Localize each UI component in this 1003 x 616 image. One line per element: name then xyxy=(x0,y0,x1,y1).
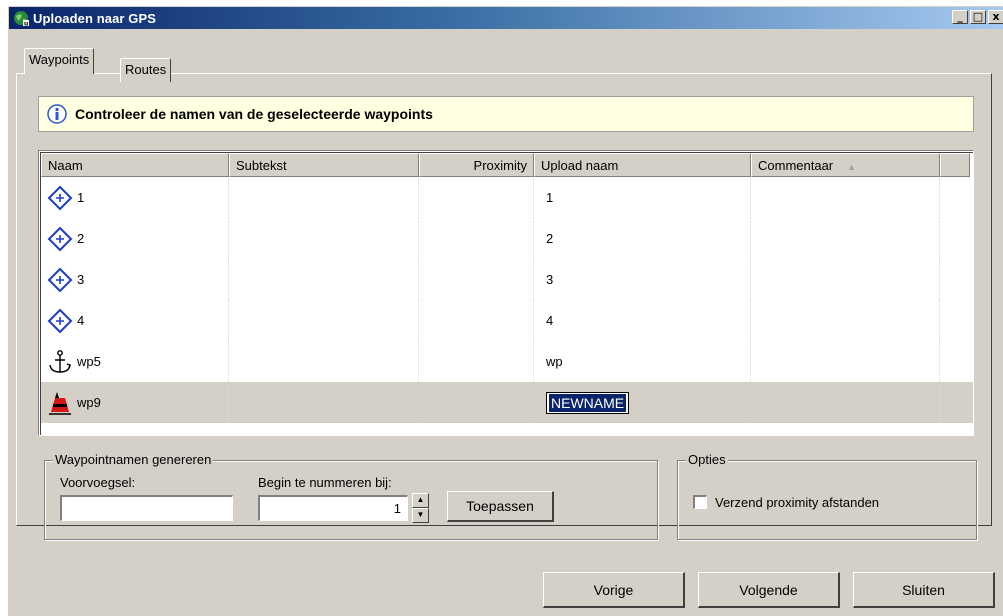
window-title: Uploaden naar GPS xyxy=(33,10,157,26)
next-button[interactable]: Volgende xyxy=(698,572,840,608)
info-banner: Controleer de namen van de geselecteerde… xyxy=(38,96,974,132)
column-header-naam[interactable]: Naam xyxy=(41,153,229,177)
waypoint-diamond-icon xyxy=(47,185,73,210)
row-name: wp5 xyxy=(77,354,101,369)
row-upload-name: 2 xyxy=(546,231,554,246)
table-row[interactable]: 2 2 xyxy=(41,218,973,259)
row-upload-name: wp xyxy=(546,354,563,369)
row-name: 4 xyxy=(77,313,85,328)
info-icon xyxy=(47,104,67,124)
tab-waypoints[interactable]: Waypoints xyxy=(24,48,95,74)
send-proximity-label[interactable]: Verzend proximity afstanden xyxy=(715,495,879,510)
options-legend: Opties xyxy=(686,452,728,467)
title-bar[interactable]: u Uploaden naar GPS _ □ x xyxy=(9,7,1003,29)
row-name: 3 xyxy=(77,272,85,287)
close-window-button[interactable]: x xyxy=(988,10,1003,24)
previous-button[interactable]: Vorige xyxy=(543,572,685,608)
start-number-value: 1 xyxy=(393,501,401,516)
buoy-icon xyxy=(49,391,71,415)
start-number-input[interactable]: 1 xyxy=(258,495,408,521)
start-number-label: Begin te nummeren bij: xyxy=(258,475,392,490)
globe-icon: u xyxy=(14,11,29,27)
tab-waypoints-label: Waypoints xyxy=(29,52,90,67)
waypoint-diamond-icon xyxy=(47,267,73,292)
row-name: 1 xyxy=(77,190,85,205)
column-header-commentaar[interactable]: Commentaar ▲ xyxy=(751,153,940,177)
minimize-button[interactable]: _ xyxy=(952,10,968,24)
row-upload-name: 3 xyxy=(546,272,554,287)
close-button[interactable]: Sluiten xyxy=(853,572,995,608)
generate-names-legend: Waypointnamen genereren xyxy=(53,452,214,467)
table-row[interactable]: 4 4 xyxy=(41,300,973,341)
waypoint-diamond-icon xyxy=(47,308,73,333)
waypoint-diamond-icon xyxy=(47,226,73,251)
upload-name-edit-input[interactable]: NEWNAME xyxy=(546,391,630,414)
info-message: Controleer de namen van de geselecteerde… xyxy=(75,106,433,122)
apply-button[interactable]: Toepassen xyxy=(447,491,554,522)
anchor-icon xyxy=(49,349,71,373)
row-name: 2 xyxy=(77,231,85,246)
spin-down-button[interactable]: ▼ xyxy=(412,508,429,523)
maximize-button[interactable]: □ xyxy=(970,10,986,24)
send-proximity-checkbox[interactable] xyxy=(693,495,707,509)
tab-routes-label: Routes xyxy=(125,62,167,77)
row-upload-name: 4 xyxy=(546,313,554,328)
waypoint-table[interactable]: Naam Subtekst Proximity Upload naam Comm… xyxy=(38,150,974,436)
column-header-proximity[interactable]: Proximity xyxy=(419,153,534,177)
table-header: Naam Subtekst Proximity Upload naam Comm… xyxy=(41,153,973,177)
table-row-selected[interactable]: wp9 NEWNAME xyxy=(41,382,973,423)
sort-ascending-icon: ▲ xyxy=(847,162,857,172)
table-row[interactable]: 1 1 xyxy=(41,177,973,218)
column-header-upload-naam[interactable]: Upload naam xyxy=(534,153,751,177)
row-name: wp9 xyxy=(77,395,101,410)
column-header-filler xyxy=(940,153,970,177)
column-header-subtekst[interactable]: Subtekst xyxy=(229,153,419,177)
upload-name-edit-value: NEWNAME xyxy=(549,393,627,412)
prefix-label: Voorvoegsel: xyxy=(60,475,136,490)
tab-routes[interactable]: Routes xyxy=(120,58,172,82)
spin-up-button[interactable]: ▲ xyxy=(412,493,429,508)
row-upload-name: 1 xyxy=(546,190,554,205)
table-row[interactable]: wp5 wp xyxy=(41,341,973,382)
svg-text:u: u xyxy=(24,21,28,27)
prefix-input[interactable] xyxy=(60,495,233,521)
table-row[interactable]: 3 3 xyxy=(41,259,973,300)
